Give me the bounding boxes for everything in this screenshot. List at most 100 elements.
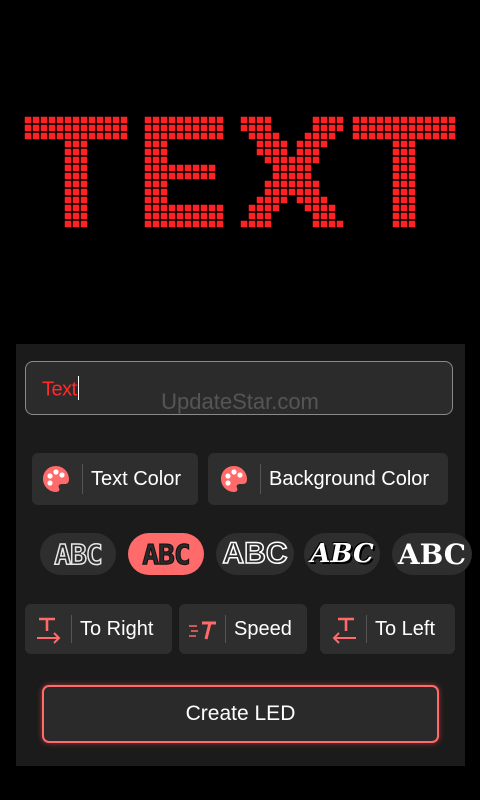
led-dot — [72, 180, 80, 188]
text-input-field[interactable]: Text — [25, 361, 453, 415]
led-dot — [264, 204, 272, 212]
led-dot — [280, 180, 288, 188]
led-dot — [392, 172, 400, 180]
led-dot — [408, 124, 416, 132]
led-dot — [312, 116, 320, 124]
led-dot — [216, 116, 224, 124]
led-dot — [64, 164, 72, 172]
led-dot — [408, 188, 416, 196]
led-dot — [208, 212, 216, 220]
led-dot — [152, 116, 160, 124]
led-dot — [360, 132, 368, 140]
speed-label: Speed — [234, 617, 292, 640]
palette-icon — [221, 466, 247, 492]
led-dot — [280, 188, 288, 196]
led-dot — [112, 124, 120, 132]
led-dot — [200, 172, 208, 180]
led-dot — [392, 196, 400, 204]
led-dot — [72, 172, 80, 180]
led-dot — [408, 172, 416, 180]
led-dot — [400, 124, 408, 132]
led-dot — [160, 148, 168, 156]
led-dot — [144, 212, 152, 220]
led-dot — [320, 124, 328, 132]
led-dot — [168, 212, 176, 220]
led-dot — [312, 196, 320, 204]
led-dot — [160, 188, 168, 196]
led-dot — [328, 212, 336, 220]
led-dot — [200, 204, 208, 212]
font-style-dot-matrix[interactable]: ABC — [128, 533, 204, 575]
led-dot — [328, 220, 336, 228]
led-dot — [176, 172, 184, 180]
led-dot — [376, 124, 384, 132]
led-dot — [144, 148, 152, 156]
led-dot — [120, 124, 128, 132]
led-dot — [72, 164, 80, 172]
led-dot — [304, 156, 312, 164]
led-dot — [368, 124, 376, 132]
led-dot — [208, 204, 216, 212]
led-dot — [120, 116, 128, 124]
led-dot — [144, 164, 152, 172]
led-dot — [408, 212, 416, 220]
font-style-outline-pixel[interactable]: ABC — [40, 533, 116, 575]
led-dot — [216, 220, 224, 228]
led-dot — [432, 132, 440, 140]
led-dot — [184, 172, 192, 180]
led-dot — [144, 220, 152, 228]
font-style-serif[interactable]: ABC — [392, 533, 472, 575]
led-dot — [240, 116, 248, 124]
led-dot — [272, 164, 280, 172]
font-sample: ABC — [222, 536, 289, 571]
led-dot — [152, 132, 160, 140]
led-preview-display — [0, 100, 480, 270]
led-dot — [168, 220, 176, 228]
font-sample: ABC — [397, 537, 467, 571]
led-dot — [296, 140, 304, 148]
led-dot — [40, 124, 48, 132]
led-dot — [320, 140, 328, 148]
led-dot — [432, 124, 440, 132]
led-dot — [40, 116, 48, 124]
speed-button[interactable]: Speed — [179, 604, 307, 654]
led-dot — [208, 172, 216, 180]
led-dot — [80, 116, 88, 124]
led-dot — [80, 220, 88, 228]
background-color-button[interactable]: Background Color — [208, 453, 448, 505]
create-led-button[interactable]: Create LED — [42, 685, 439, 743]
led-dot — [320, 132, 328, 140]
led-dot — [256, 196, 264, 204]
led-dot — [320, 204, 328, 212]
led-dot — [184, 132, 192, 140]
led-dot — [280, 172, 288, 180]
create-led-label: Create LED — [185, 702, 296, 725]
led-dot — [416, 132, 424, 140]
text-input-value[interactable]: Text — [42, 376, 79, 402]
text-color-button[interactable]: Text Color — [32, 453, 198, 505]
separator — [260, 464, 261, 494]
led-dot — [280, 156, 288, 164]
font-style-outline[interactable]: ABC — [216, 533, 294, 575]
led-dot — [56, 132, 64, 140]
led-dot — [120, 132, 128, 140]
scroll-to-left-button[interactable]: To Left — [320, 604, 455, 654]
led-dot — [80, 156, 88, 164]
led-dot — [360, 116, 368, 124]
led-dot — [400, 164, 408, 172]
led-dot — [296, 180, 304, 188]
led-dot — [176, 124, 184, 132]
led-dot — [256, 116, 264, 124]
led-dot — [80, 140, 88, 148]
led-dot — [264, 220, 272, 228]
font-style-3d-italic[interactable]: ABC — [304, 533, 380, 575]
led-dot — [216, 124, 224, 132]
led-dot — [64, 204, 72, 212]
text-input-content: Text — [42, 378, 77, 401]
led-dot — [192, 220, 200, 228]
led-dot — [256, 212, 264, 220]
led-dot — [152, 172, 160, 180]
led-dot — [200, 164, 208, 172]
led-dot — [152, 140, 160, 148]
scroll-to-right-button[interactable]: To Right — [25, 604, 172, 654]
